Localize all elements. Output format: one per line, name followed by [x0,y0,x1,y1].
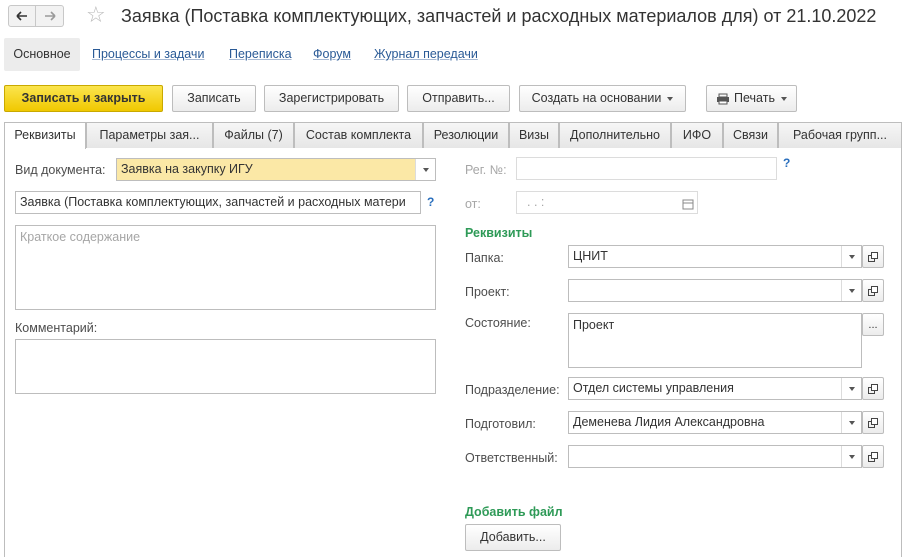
subject-field[interactable]: Заявка (Поставка комплектующих, запчасте… [15,191,421,214]
register-button[interactable]: Зарегистрировать [264,85,399,112]
open-icon [868,417,878,428]
open-folder-button[interactable] [862,245,884,268]
section-nav: Основное Процессы и задачи Переписка Фор… [0,38,906,72]
doc-type-select[interactable]: Заявка на закупку ИГУ [116,158,436,181]
project-label: Проект: [465,285,510,299]
tab-resolutions[interactable]: Резолюции [423,122,509,148]
open-division-button[interactable] [862,377,884,400]
tab-work-group[interactable]: Рабочая групп... [778,122,902,148]
project-select[interactable] [568,279,862,302]
print-button[interactable]: Печать [706,85,797,112]
dropdown-button[interactable] [841,412,861,433]
division-label: Подразделение: [465,383,560,397]
open-prepared-button[interactable] [862,411,884,434]
calendar-icon[interactable] [682,196,694,213]
page-title: Заявка (Поставка комплектующих, запчасте… [121,6,877,26]
print-label: Печать [734,91,775,105]
tab-panel-requisites: Вид документа: Заявка на закупку ИГУ Зая… [4,148,902,557]
comment-label: Комментарий: [15,321,98,335]
date-label: от: [465,197,481,211]
section-transfer-log[interactable]: Журнал передачи [374,38,478,71]
summary-textarea[interactable]: Краткое содержание [15,225,436,310]
dropdown-button[interactable] [841,280,861,301]
summary-placeholder: Краткое содержание [20,230,141,244]
toolbar: Записать и закрыть Записать Зарегистриро… [0,85,906,113]
folder-value: ЦНИТ [573,249,608,263]
tab-additional[interactable]: Дополнительно [559,122,671,148]
section-main[interactable]: Основное [4,38,80,71]
create-based-on-label: Создать на основании [531,91,662,105]
section-forum[interactable]: Форум [313,38,351,71]
open-icon [868,383,878,394]
date-field: . . : [516,191,698,214]
tab-request-params[interactable]: Параметры зая... [86,122,213,148]
help-icon[interactable]: ? [427,195,434,209]
forward-button[interactable] [36,5,64,27]
prepared-label: Подготовил: [465,417,536,431]
tab-ifo[interactable]: ИФО [671,122,723,148]
add-file-group-title: Добавить файл [465,505,563,519]
state-value: Проект [573,318,615,332]
add-file-button[interactable]: Добавить... [465,524,561,551]
tab-files[interactable]: Файлы (7) [213,122,294,148]
favorite-star-icon[interactable]: ☆ [86,3,106,27]
prepared-select[interactable]: Деменева Лидия Александровна [568,411,862,434]
chevron-down-icon [422,167,429,172]
back-button[interactable] [8,5,36,27]
date-value: . . : [527,195,545,209]
reg-no-label: Рег. №: [465,163,507,177]
save-and-close-button[interactable]: Записать и закрыть [4,85,163,112]
tab-requisites[interactable]: Реквизиты [4,122,86,149]
chevron-down-icon [848,254,855,259]
requisites-group-title: Реквизиты [465,226,533,240]
arrow-right-icon [44,11,56,21]
chevron-down-icon [780,96,787,101]
section-processes[interactable]: Процессы и задачи [92,38,204,71]
folder-select[interactable]: ЦНИТ [568,245,862,268]
save-button[interactable]: Записать [172,85,256,112]
open-responsible-button[interactable] [862,445,884,468]
tab-kit-composition[interactable]: Состав комплекта [294,122,423,148]
state-label: Состояние: [465,316,531,330]
dropdown-button[interactable] [415,159,435,180]
dropdown-button[interactable] [841,446,861,467]
reg-no-field [516,157,777,180]
responsible-select[interactable] [568,445,862,468]
division-value: Отдел системы управления [573,381,734,395]
state-field[interactable]: Проект [568,313,862,368]
chevron-down-icon [667,96,674,101]
dropdown-button[interactable] [841,378,861,399]
open-icon [868,251,878,262]
prepared-value: Деменева Лидия Александровна [573,415,765,429]
create-based-on-button[interactable]: Создать на основании [519,85,686,112]
tab-bar: Реквизиты Параметры зая... Файлы (7) Сос… [4,122,902,149]
printer-icon [717,93,730,105]
dropdown-button[interactable] [841,246,861,267]
folder-label: Папка: [465,251,504,265]
state-select-button[interactable]: ... [862,313,884,336]
tab-links[interactable]: Связи [723,122,778,148]
tab-visas[interactable]: Визы [509,122,559,148]
division-select[interactable]: Отдел системы управления [568,377,862,400]
chevron-down-icon [848,420,855,425]
title-bar: ☆ Заявка (Поставка комплектующих, запчас… [0,0,906,34]
section-correspondence[interactable]: Переписка [229,38,292,71]
doc-type-label: Вид документа: [15,163,106,177]
chevron-down-icon [848,454,855,459]
help-icon[interactable]: ? [783,156,790,170]
open-project-button[interactable] [862,279,884,302]
open-icon [868,285,878,296]
doc-type-value: Заявка на закупку ИГУ [121,162,253,176]
chevron-down-icon [848,288,855,293]
comment-textarea[interactable] [15,339,436,394]
chevron-down-icon [848,386,855,391]
send-button[interactable]: Отправить... [407,85,510,112]
arrow-left-icon [16,11,27,21]
responsible-label: Ответственный: [465,451,558,465]
open-icon [868,451,878,462]
